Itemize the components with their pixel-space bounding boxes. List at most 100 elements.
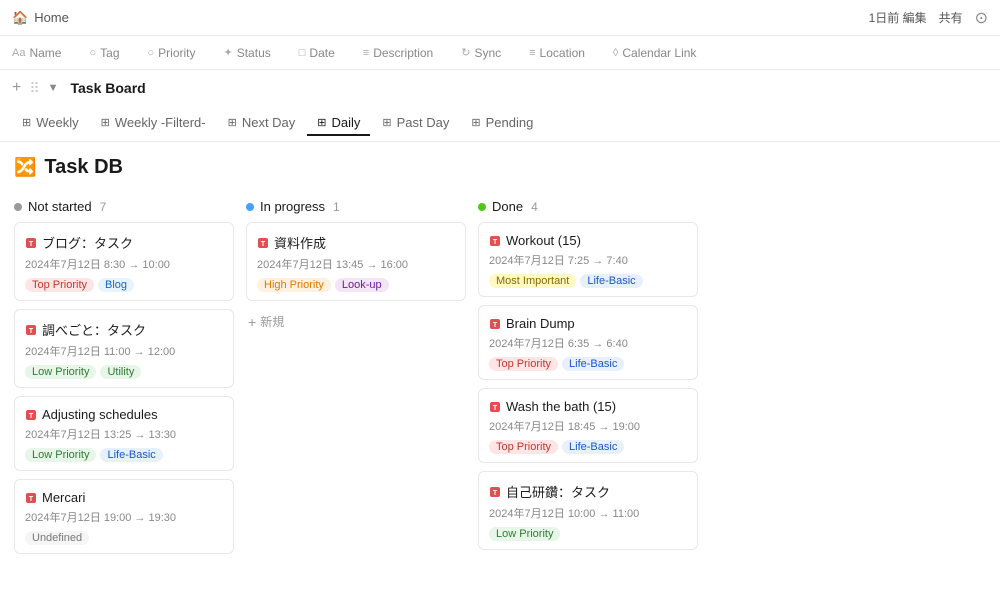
page-title: Task DB bbox=[44, 156, 123, 179]
card-tags: Undefined bbox=[25, 531, 223, 545]
view-tabs: ⊞ Weekly ⊞ Weekly -Filterd- ⊞ Next Day ⊞… bbox=[0, 106, 1000, 142]
svg-text:T: T bbox=[261, 241, 266, 248]
card-tags: High Priority Look-up bbox=[257, 278, 455, 292]
card-title-icon: T bbox=[25, 324, 37, 336]
svg-text:T: T bbox=[493, 322, 498, 329]
list-item[interactable]: Undefined bbox=[25, 531, 89, 545]
board-col-done: Done4TWorkout (15)2024年7月12日 7:25 → 7:40… bbox=[478, 195, 698, 587]
tab-next-day-label: Next Day bbox=[242, 115, 295, 130]
list-item[interactable]: Blog bbox=[98, 278, 134, 292]
board: Not started7Tブログ：タスク2024年7月12日 8:30 → 10… bbox=[0, 187, 1000, 595]
list-item[interactable]: Life-Basic bbox=[562, 357, 624, 371]
top-bar: 🏠 Home 1日前 編集 共有 ⊙ bbox=[0, 0, 1000, 36]
card-date: 2024年7月12日 6:35 → 6:40 bbox=[489, 335, 687, 351]
col-title-done: Done bbox=[492, 199, 523, 214]
list-item[interactable]: Low Priority bbox=[25, 365, 96, 379]
col-header-date[interactable]: □ Date bbox=[285, 46, 349, 60]
card-title-text: Workout (15) bbox=[506, 233, 581, 248]
tab-pending-label: Pending bbox=[486, 115, 534, 130]
list-item[interactable]: Life-Basic bbox=[562, 440, 624, 454]
priority-icon: ○ bbox=[148, 47, 155, 59]
share-label[interactable]: 共有 bbox=[939, 9, 963, 26]
card-title-icon: T bbox=[489, 318, 501, 330]
edit-label[interactable]: 1日前 編集 bbox=[869, 9, 927, 26]
card-title-icon: T bbox=[489, 486, 501, 498]
table-row[interactable]: TAdjusting schedules2024年7月12日 13:25 → 1… bbox=[14, 396, 234, 471]
table-row[interactable]: Tブログ：タスク2024年7月12日 8:30 → 10:00Top Prior… bbox=[14, 222, 234, 301]
card-title-icon: T bbox=[489, 401, 501, 413]
collapse-icon[interactable]: ▼ bbox=[48, 82, 59, 94]
list-item[interactable]: Top Priority bbox=[25, 278, 94, 292]
card-title-icon: T bbox=[489, 235, 501, 247]
table-row[interactable]: TBrain Dump2024年7月12日 6:35 → 6:40Top Pri… bbox=[478, 305, 698, 380]
table-row[interactable]: TWash the bath (15)2024年7月12日 18:45 → 19… bbox=[478, 388, 698, 463]
add-new-button[interactable]: +新規 bbox=[246, 309, 466, 334]
status-icon: ✦ bbox=[224, 46, 233, 59]
page-header: 🔀 Task DB bbox=[0, 142, 1000, 187]
col-header-callink[interactable]: ◊ Calendar Link bbox=[599, 46, 710, 60]
col-count-in-progress: 1 bbox=[333, 200, 340, 214]
col-header-status[interactable]: ✦ Status bbox=[210, 46, 285, 60]
list-item[interactable]: Low Priority bbox=[489, 527, 560, 541]
svg-text:T: T bbox=[29, 496, 34, 503]
card-date: 2024年7月12日 13:45 → 16:00 bbox=[257, 256, 455, 272]
list-item[interactable]: Life-Basic bbox=[580, 274, 642, 288]
col-header-status-label: Status bbox=[237, 46, 271, 60]
drag-handle[interactable]: ⠿ bbox=[29, 80, 39, 97]
col-header-priority-label: Priority bbox=[158, 46, 195, 60]
tab-weekly-filtered-label: Weekly -Filterd- bbox=[115, 115, 206, 130]
tag-icon: ○ bbox=[89, 47, 96, 59]
column-headers: Aa Name ○ Tag ○ Priority ✦ Status □ Date… bbox=[0, 36, 1000, 70]
card-title: T Workout (15) bbox=[489, 233, 687, 248]
top-bar-left: 🏠 Home bbox=[12, 10, 69, 26]
table-row[interactable]: T自己研鑽：タスク2024年7月12日 10:00 → 11:00Low Pri… bbox=[478, 471, 698, 550]
col-header-location-label: Location bbox=[540, 46, 585, 60]
table-row[interactable]: T 資料作成 2024年7月12日 13:45 → 16:00 High Priori… bbox=[246, 222, 466, 301]
list-item[interactable]: Utility bbox=[100, 365, 141, 379]
location-icon: ≡ bbox=[529, 47, 535, 59]
table-row[interactable]: TMercari2024年7月12日 19:00 → 19:30Undefine… bbox=[14, 479, 234, 554]
col-header-location[interactable]: ≡ Location bbox=[515, 46, 599, 60]
list-item[interactable]: Top Priority bbox=[489, 357, 558, 371]
svg-text:T: T bbox=[493, 405, 498, 412]
next-day-icon: ⊞ bbox=[228, 116, 237, 129]
list-item[interactable]: Look-up bbox=[335, 278, 389, 292]
card-date: 2024年7月12日 8:30 → 10:00 bbox=[25, 256, 223, 272]
list-item[interactable]: Low Priority bbox=[25, 448, 96, 462]
col-count-done: 4 bbox=[531, 200, 538, 214]
board-col-not-started: Not started7Tブログ：タスク2024年7月12日 8:30 → 10… bbox=[14, 195, 234, 587]
card-tags: Low Priority Utility bbox=[25, 365, 223, 379]
card-title-text: Mercari bbox=[42, 490, 85, 505]
col-header-priority[interactable]: ○ Priority bbox=[134, 46, 210, 60]
col-header-tag-label: Tag bbox=[100, 46, 119, 60]
pending-icon: ⊞ bbox=[471, 116, 480, 129]
add-button[interactable]: + bbox=[12, 79, 21, 97]
home-label[interactable]: Home bbox=[34, 10, 69, 25]
table-row[interactable]: TWorkout (15)2024年7月12日 7:25 → 7:40Most … bbox=[478, 222, 698, 297]
card-date: 2024年7月12日 11:00 → 12:00 bbox=[25, 343, 223, 359]
status-dot-in-progress bbox=[246, 203, 254, 211]
tab-daily[interactable]: ⊞ Daily bbox=[307, 111, 370, 136]
tab-pending[interactable]: ⊞ Pending bbox=[461, 111, 543, 136]
list-item[interactable]: Life-Basic bbox=[100, 448, 162, 462]
board-col-in-progress: In progress1T資料作成2024年7月12日 13:45 → 16:0… bbox=[246, 195, 466, 587]
list-item[interactable]: Top Priority bbox=[489, 440, 558, 454]
card-title-text: 自己研鑽：タスク bbox=[506, 482, 610, 501]
more-icon[interactable]: ⊙ bbox=[975, 8, 988, 28]
col-header-sync[interactable]: ↻ Sync bbox=[447, 46, 515, 60]
tab-past-day[interactable]: ⊞ Past Day bbox=[372, 111, 459, 136]
col-header-sync-label: Sync bbox=[474, 46, 501, 60]
card-title-text: 調べごと：タスク bbox=[42, 320, 146, 339]
svg-text:T: T bbox=[29, 413, 34, 420]
card-title-text: 資料作成 bbox=[274, 233, 326, 252]
tab-next-day[interactable]: ⊞ Next Day bbox=[218, 111, 306, 136]
col-header-description[interactable]: ≡ Description bbox=[349, 46, 447, 60]
list-item[interactable]: Most Important bbox=[489, 274, 576, 288]
tab-weekly-filtered[interactable]: ⊞ Weekly -Filterd- bbox=[91, 111, 216, 136]
tab-weekly[interactable]: ⊞ Weekly bbox=[12, 111, 89, 136]
col-header-name[interactable]: Aa Name bbox=[12, 46, 75, 60]
table-row[interactable]: T 調べごと：タスク 2024年7月12日 11:00 → 12:00 Low Pri… bbox=[14, 309, 234, 388]
card-title-icon: T bbox=[257, 237, 269, 249]
col-header-tag[interactable]: ○ Tag bbox=[75, 46, 133, 60]
list-item[interactable]: High Priority bbox=[257, 278, 331, 292]
